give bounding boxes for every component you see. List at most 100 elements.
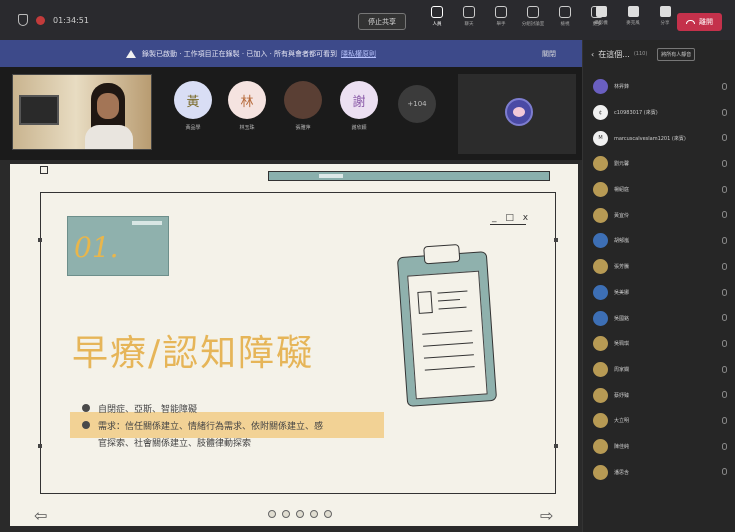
toolbar-camera-button[interactable]: 攝影機 [588, 6, 614, 26]
meeting-toolbar: 01:34:51 停止共享 人員 聊天 舉手 分組討論室 檢視 更多 攝影機 麥克風 分享 離… [0, 0, 735, 40]
participant-row[interactable]: 蔡妤臻 [583, 382, 735, 408]
mic-icon[interactable] [722, 468, 727, 476]
toolbar-tools: 人員 聊天 舉手 分組討論室 檢視 更多 [424, 6, 610, 27]
strip-participant[interactable]: 謝謝欣穎 [337, 81, 381, 131]
previous-slide-button[interactable]: ⇦ [34, 506, 47, 525]
next-slide-button[interactable]: ⇨ [540, 506, 553, 525]
mic-icon[interactable] [722, 211, 727, 219]
tool-label: 麥克風 [626, 21, 640, 26]
avatar [593, 336, 608, 352]
self-video-tile[interactable] [12, 74, 152, 150]
participant-name: 黃宜伶 [614, 212, 630, 219]
toolbar-mic-button[interactable]: 麥克風 [620, 6, 646, 26]
tool-label: 分組討論室 [521, 22, 545, 27]
toolbar-share-button[interactable]: 分享 [652, 6, 678, 26]
shared-content-area: 01. _ □ x 早療/認知障礙 自閉症、亞斯、智能障礙 需求：信任關係建立、… [0, 160, 582, 532]
mic-icon[interactable] [722, 108, 727, 116]
back-chevron-icon[interactable]: ‹ [591, 50, 594, 59]
banner-text: 錄製已啟動 · 工作項目正在錄製 · 已加入 · 所有與會者都可看到 [142, 49, 338, 58]
mic-icon[interactable] [722, 237, 727, 245]
participant-row[interactable]: 劉元馨 [583, 151, 735, 177]
participant-row[interactable]: 楊紹庭 [583, 177, 735, 203]
warning-icon [126, 49, 136, 58]
toolbar-breakout-rooms-button[interactable]: 分組討論室 [520, 6, 546, 27]
more-participants-button[interactable]: +104 [398, 85, 436, 123]
page-dot[interactable] [296, 510, 304, 518]
participant-row[interactable]: ¢ c10983017 (來賓) [583, 100, 735, 126]
avatar [593, 182, 608, 198]
camera-icon [595, 6, 607, 17]
tool-label: 分享 [660, 21, 670, 26]
meeting-timer: 01:34:51 [53, 15, 89, 25]
toolbar-raise-hand-button[interactable]: 舉手 [488, 6, 514, 27]
participant-row[interactable]: 大立明 [583, 408, 735, 434]
mute-all-button[interactable]: 將所有人靜音 [657, 47, 696, 61]
slide-bullets: 自閉症、亞斯、智能障礙 需求：信任關係建立、情緒行為需求、依附關係建立、感 官探… [82, 402, 323, 449]
participant-row[interactable]: Mmarcuscalveslam1201 (來賓) [583, 125, 735, 151]
participant-row[interactable]: 黃宜伶 [583, 202, 735, 228]
clip-line [423, 354, 474, 359]
participant-name: 楊紹庭 [614, 187, 630, 194]
toolbar-view-button[interactable]: 檢視 [552, 6, 578, 27]
participant-row[interactable]: 陳佳純 [583, 434, 735, 460]
recording-banner: 錄製已啟動 · 工作項目正在錄製 · 已加入 · 所有與會者都可看到 隱私權原則… [0, 40, 582, 67]
bullet-item: 自閉症、亞斯、智能障礙 [82, 402, 323, 415]
participant-row[interactable]: 林昇鋒 [583, 74, 735, 100]
tool-label: 人員 [432, 22, 442, 27]
edge-mark [38, 444, 42, 448]
stop-sharing-button[interactable]: 停止共享 [358, 13, 406, 30]
mic-icon[interactable] [722, 416, 727, 424]
leave-button[interactable]: 離開 [677, 13, 722, 31]
participant-row[interactable]: 胡郁嵐 [583, 228, 735, 254]
avatar [593, 233, 608, 249]
page-dot[interactable] [268, 510, 276, 518]
recording-icon [36, 15, 45, 25]
mic-icon[interactable] [722, 262, 727, 270]
mic-icon[interactable] [722, 83, 727, 90]
page-dot[interactable] [310, 510, 318, 518]
page-dot[interactable] [282, 510, 290, 518]
avatar [593, 387, 608, 403]
toolbar-people-button[interactable]: 人員 [424, 6, 450, 27]
participant-name: 吳珮琪 [614, 341, 630, 348]
avatar: ¢ [593, 105, 608, 121]
participant-name: 劉元馨 [614, 161, 630, 168]
strip-participant[interactable]: 林林玉珠 [225, 81, 269, 131]
edge-mark [38, 238, 42, 242]
mic-icon[interactable] [722, 365, 727, 373]
strip-participant[interactable]: 黃黃品學 [171, 81, 215, 131]
mic-icon[interactable] [722, 185, 727, 193]
mic-icon[interactable] [722, 339, 727, 347]
participant-row[interactable]: 吳珮琪 [583, 331, 735, 357]
mic-icon[interactable] [722, 134, 727, 142]
raise-hand-icon [495, 6, 507, 18]
participant-row[interactable]: 吳國銘 [583, 305, 735, 331]
participant-name: 大立明 [614, 418, 630, 425]
banner-dismiss-button[interactable]: 關閉 [542, 49, 556, 59]
mic-icon[interactable] [722, 442, 727, 450]
strip-participant[interactable]: 張雅萍 [281, 81, 325, 131]
panel-title: 在這個... [598, 49, 630, 59]
section-number: 01. [74, 231, 119, 264]
corner-mark [40, 166, 48, 174]
mic-icon[interactable] [722, 160, 727, 168]
clip-checkbox [417, 291, 433, 314]
video-strip: 黃黃品學林林玉珠張雅萍 謝謝欣穎 [0, 67, 582, 160]
participant-name: 周家嫻 [614, 366, 630, 373]
participant-name: 張雅萍 [295, 125, 311, 131]
avatar [593, 284, 608, 300]
bullet-dot-icon [82, 404, 90, 412]
page-dot[interactable] [324, 510, 332, 518]
mic-icon[interactable] [722, 288, 727, 296]
clip-line [422, 330, 473, 336]
participant-row[interactable]: 周家嫻 [583, 357, 735, 383]
participant-row[interactable]: 吳美娜 [583, 280, 735, 306]
mic-icon[interactable] [722, 391, 727, 399]
participant-row[interactable]: 潘思含 [583, 459, 735, 485]
participant-name: 吳國銘 [614, 315, 630, 322]
privacy-link[interactable]: 隱私權原則 [341, 49, 376, 59]
section-number-box: 01. [67, 216, 169, 276]
toolbar-chat-button[interactable]: 聊天 [456, 6, 482, 27]
participant-row[interactable]: 張芳騰 [583, 254, 735, 280]
mic-icon[interactable] [722, 314, 727, 322]
